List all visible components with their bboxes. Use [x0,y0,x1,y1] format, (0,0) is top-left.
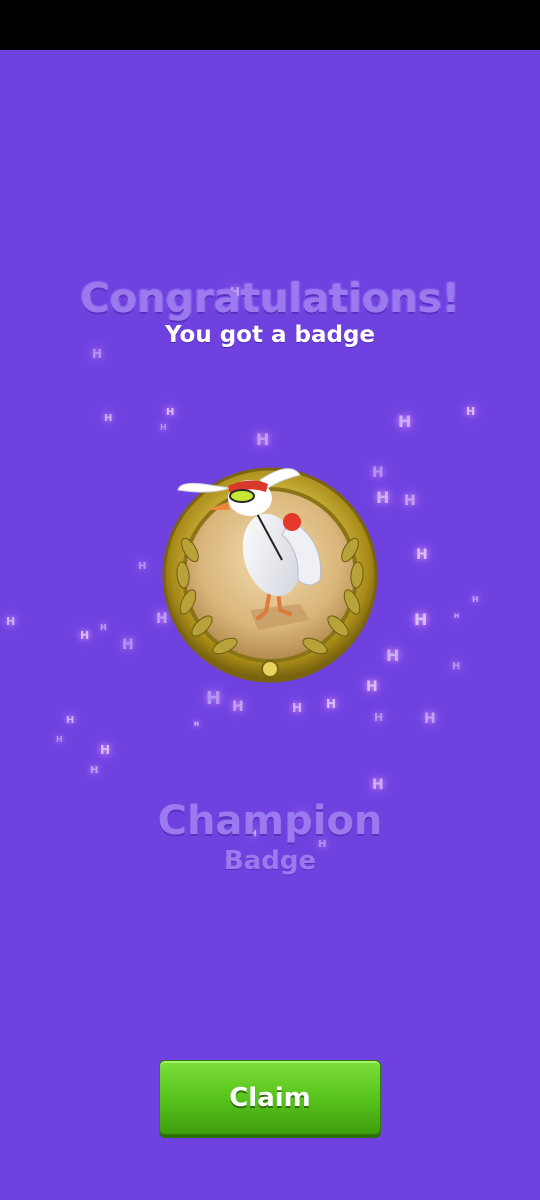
badge-name: Champion [157,798,383,844]
sparkle-icon: H [452,661,461,672]
badge-type-label: Badge [223,846,317,876]
sparkle-icon: H [66,715,75,726]
sparkle-icon: H [416,547,428,563]
sparkle-icon: H [232,699,244,715]
sparkle-icon: H [472,595,479,604]
sparkle-icon: H [92,347,103,361]
sparkle-icon: H [374,711,384,724]
medal-image [162,467,378,683]
sparkle-icon: H [122,637,134,653]
badge-received-subtitle: You got a badge [164,322,376,348]
sparkle-icon: H [404,493,416,509]
sparkle-icon: H [90,765,99,776]
congratulations-title: Congratulations! [80,276,460,322]
champion-badge-medal [150,440,390,700]
sparkle-icon: H [454,613,460,620]
sparkle-icon: H [398,412,412,431]
sparkle-icon: H [100,743,111,757]
sparkle-icon: H [6,615,16,628]
sparkle-icon: H [414,610,428,629]
sparkle-icon: H [194,721,200,728]
sparkle-icon: H [104,413,113,424]
sparkle-icon: H [56,735,63,744]
sparkle-icon: H [424,711,436,727]
sparkle-icon: H [166,407,175,418]
sparkle-icon: H [80,629,90,642]
sparkle-icon: H [372,777,384,793]
sparkle-icon: H [292,701,303,715]
sparkle-icon: H [100,623,107,632]
claim-button[interactable]: Claim [159,1060,381,1135]
sparkle-icon: H [138,561,147,572]
sparkle-icon: H [466,405,476,418]
sparkle-icon: H [160,423,167,432]
